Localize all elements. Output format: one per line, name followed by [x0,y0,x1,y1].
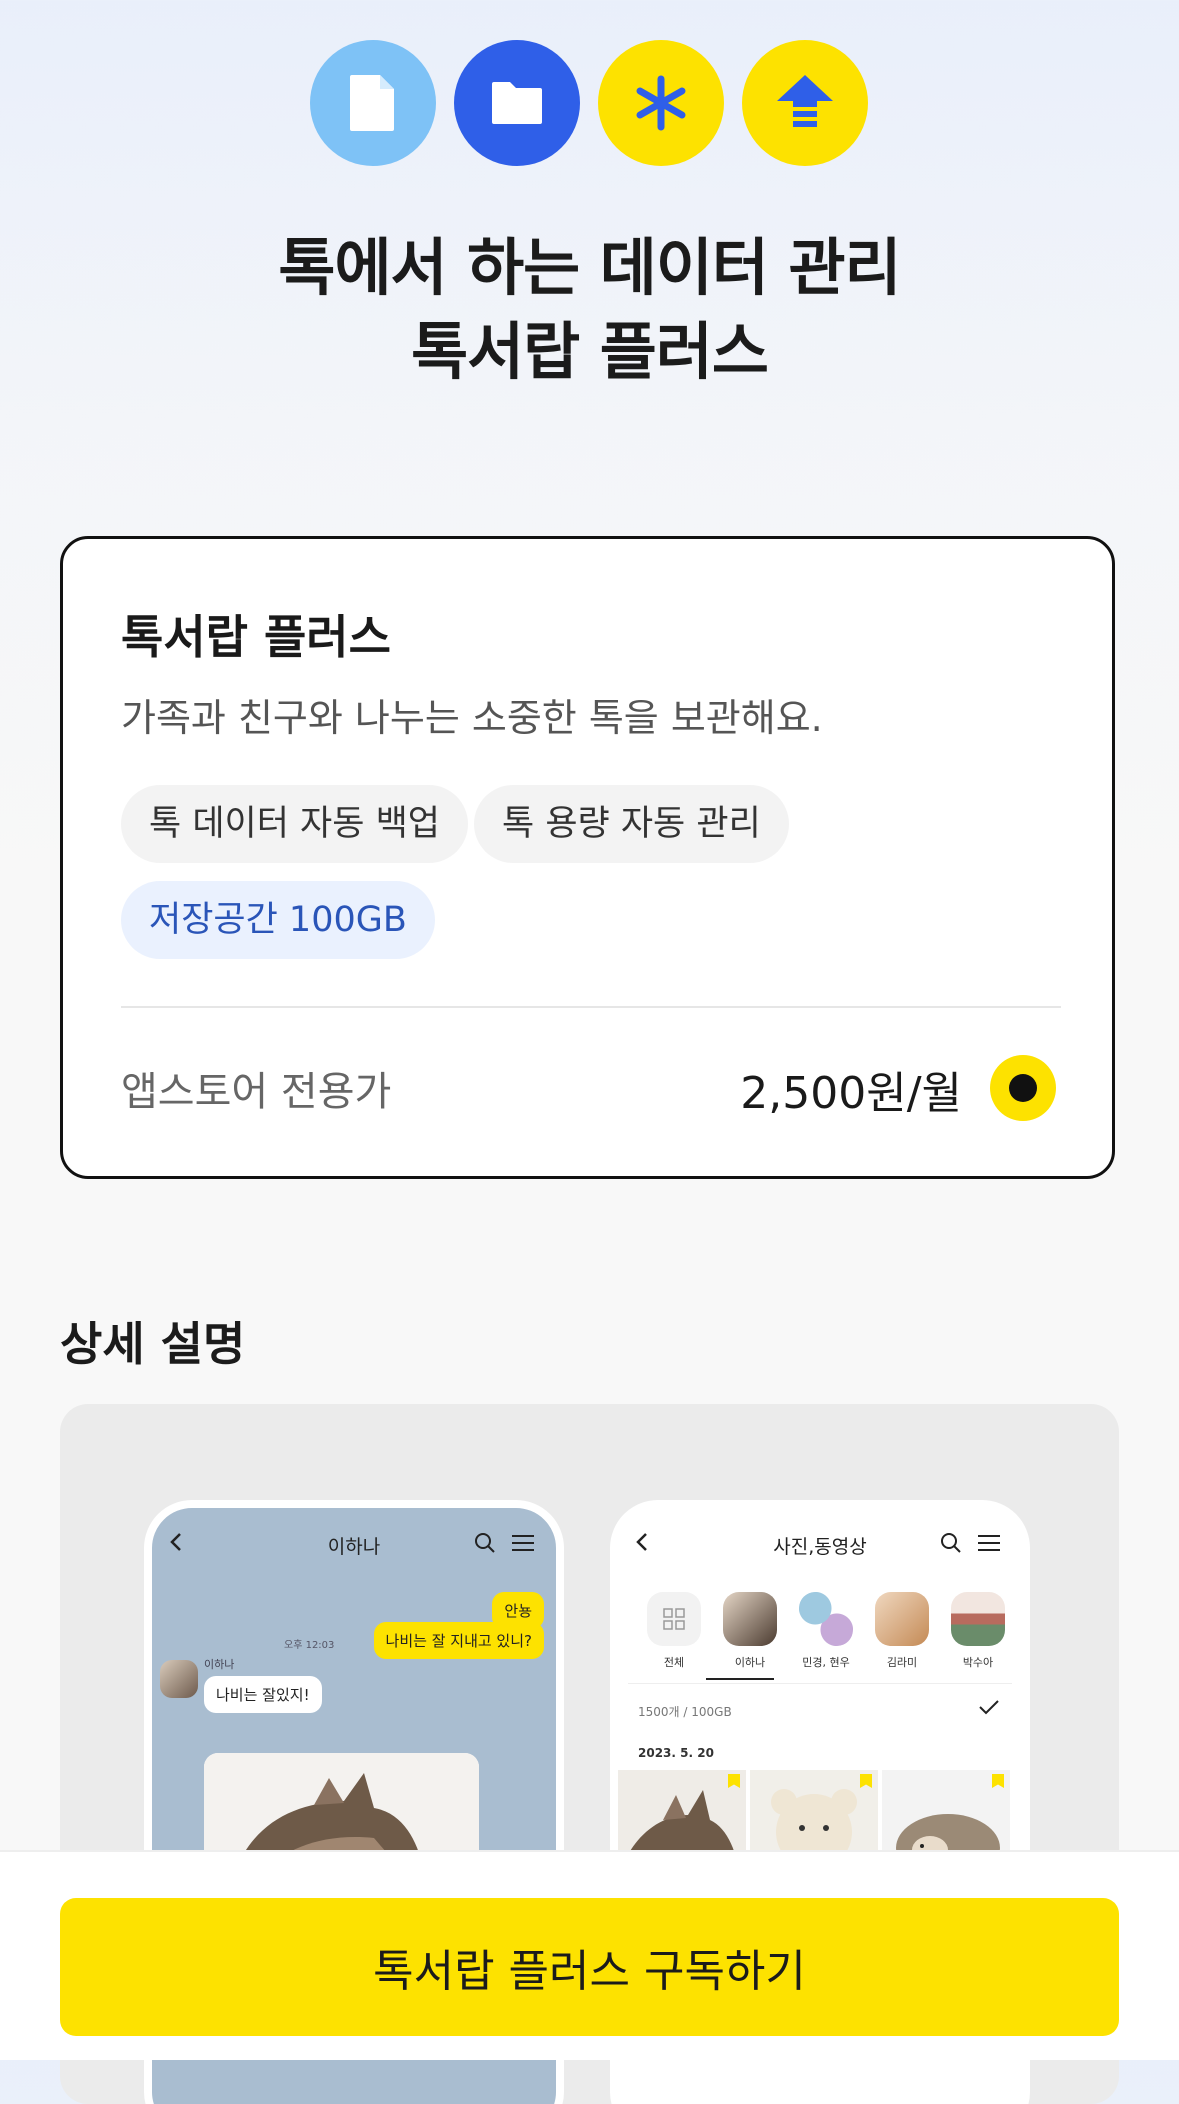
plan-price: 2,500원/월 [740,1068,962,1119]
menu-icon [512,1535,534,1551]
tag-auto-storage: 톡 용량 자동 관리 [474,785,789,863]
chat-bubble-other: 나비는 잘있지! [204,1676,322,1713]
sender-name: 이하나 [204,1658,235,1671]
upload-arrow-icon [742,40,868,166]
asterisk-icon [598,40,724,166]
subscribe-button[interactable]: 톡서랍 플러스 구독하기 [60,1898,1119,2036]
plan-description: 가족과 친구와 나누는 소중한 톡을 보관해요. [121,696,823,740]
plan-card[interactable]: 톡서랍 플러스 가족과 친구와 나누는 소중한 톡을 보관해요. 톡 데이터 자… [60,536,1115,1179]
message-time: 오후 12:03 [284,1640,335,1651]
storage-count: 1500개 / 100GB [638,1705,732,1719]
check-icon [979,1700,999,1715]
grid-icon [647,1592,701,1646]
hero-title-line2: 톡서랍 플러스 [411,315,769,388]
avatar [799,1592,853,1646]
bottom-cta-bar: 톡서랍 플러스 구독하기 [0,1850,1179,2060]
tag-auto-backup: 톡 데이터 자동 백업 [121,785,468,863]
plan-radio-selected[interactable] [990,1055,1056,1121]
divider [628,1683,1012,1684]
feature-icons [310,40,870,168]
hero-title: 톡에서 하는 데이터 관리 톡서랍 플러스 [0,226,1179,394]
chat-header: 이하나 [152,1508,556,1582]
hero-title-line1: 톡에서 하는 데이터 관리 [278,231,901,304]
friend-filter-item[interactable]: 민경, 현우 [798,1592,854,1670]
section-title: 상세 설명 [60,1317,246,1371]
photo-header: 사진,동영상 [618,1508,1022,1582]
radio-dot [1009,1074,1037,1102]
friend-filter-row: 전체 이하나 민경, 현우 김라미 박수아 [634,1592,1022,1682]
avatar [160,1660,198,1698]
tag-storage-capacity: 저장공간 100GB [121,881,435,959]
friend-filter-item[interactable]: 김라미 [874,1592,930,1670]
friend-label: 전체 [663,1656,685,1669]
friend-label: 박수아 [962,1656,994,1669]
friend-label: 민경, 현우 [802,1656,850,1669]
friend-label: 김라미 [886,1656,918,1669]
menu-icon [978,1535,1000,1551]
card-divider [121,1006,1061,1008]
photo-date: 2023. 5. 20 [638,1746,714,1760]
friend-filter-item[interactable]: 박수아 [950,1592,1006,1670]
active-tab-underline [706,1678,774,1680]
avatar [875,1592,929,1646]
search-icon [475,1533,495,1553]
store-label: 앱스토어 전용가 [121,1069,392,1115]
document-icon [310,40,436,166]
friend-filter-all[interactable]: 전체 [646,1592,702,1670]
plan-title: 톡서랍 플러스 [121,610,391,664]
search-icon [941,1533,961,1553]
friend-filter-item[interactable]: 이하나 [722,1592,778,1670]
avatar [951,1592,1005,1646]
avatar [723,1592,777,1646]
chat-bubble-me: 나비는 잘 지내고 있니? [373,1622,544,1659]
folder-icon [454,40,580,166]
friend-label: 이하나 [734,1656,766,1669]
